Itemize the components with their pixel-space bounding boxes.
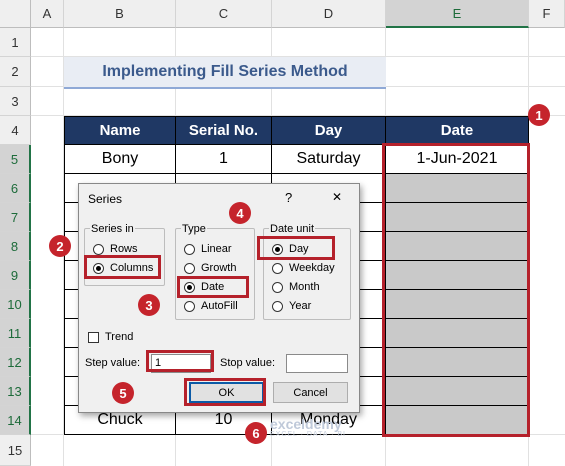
row-header-15[interactable]: 15 <box>0 435 31 466</box>
rows-radio[interactable] <box>93 244 104 255</box>
autofill-radio[interactable] <box>184 301 195 312</box>
step-badge-3: 3 <box>138 294 160 316</box>
row-header-6[interactable]: 6 <box>0 174 31 203</box>
growth-radio[interactable] <box>184 263 195 274</box>
day-highlight <box>257 236 335 260</box>
rows-label[interactable]: Rows <box>110 243 138 255</box>
step-badge-5: 5 <box>112 382 134 404</box>
month-radio[interactable] <box>272 282 283 293</box>
linear-label[interactable]: Linear <box>201 243 232 255</box>
row-header-13[interactable]: 13 <box>0 377 31 406</box>
row-header-2[interactable]: 2 <box>0 57 31 87</box>
step-value-label: Step value: <box>85 357 141 369</box>
header-day[interactable]: Day <box>271 116 386 145</box>
stop-value-input[interactable] <box>286 354 348 373</box>
column-header-b[interactable]: B <box>64 0 176 28</box>
row-header-12[interactable]: 12 <box>0 348 31 377</box>
row-header-4[interactable]: 4 <box>0 116 31 145</box>
watermark-tagline: EXCEL · DATA · BI <box>270 431 346 438</box>
step-badge-2: 2 <box>49 235 71 257</box>
dialog-title: Series <box>88 192 123 206</box>
growth-label[interactable]: Growth <box>201 262 236 274</box>
select-all-corner[interactable] <box>0 0 31 28</box>
cell-day[interactable]: Saturday <box>271 144 386 174</box>
row-header-10[interactable]: 10 <box>0 290 31 319</box>
trend-checkbox[interactable] <box>88 332 99 343</box>
row-header-5[interactable]: 5 <box>0 145 31 174</box>
row-header-11[interactable]: 11 <box>0 319 31 348</box>
step-badge-4: 4 <box>229 202 251 224</box>
row-header-9[interactable]: 9 <box>0 261 31 290</box>
series-in-label: Series in <box>90 223 135 235</box>
column-header-a[interactable]: A <box>31 0 64 28</box>
row-header-14[interactable]: 14 <box>0 406 31 435</box>
step-badge-1: 1 <box>528 104 550 126</box>
row-header-8[interactable]: 8 <box>0 232 31 261</box>
date-highlight <box>177 276 249 298</box>
cell-serial[interactable]: 1 <box>175 144 272 174</box>
step-badge-6: 6 <box>245 422 267 444</box>
linear-radio[interactable] <box>184 244 195 255</box>
stop-value-label: Stop value: <box>220 357 276 369</box>
row-header-1[interactable]: 1 <box>0 28 31 57</box>
close-icon[interactable]: ✕ <box>332 190 342 204</box>
trend-label[interactable]: Trend <box>105 331 133 343</box>
weekday-label[interactable]: Weekday <box>289 262 335 274</box>
selection-highlight <box>382 143 530 437</box>
header-date[interactable]: Date <box>385 116 529 145</box>
step-value-highlight <box>146 350 214 372</box>
column-header-e[interactable]: E <box>386 0 529 28</box>
watermark-logo: exceldemy <box>270 416 342 432</box>
column-header-f[interactable]: F <box>529 0 565 28</box>
sheet-title[interactable]: Implementing Fill Series Method <box>64 57 386 89</box>
columns-highlight <box>84 255 161 279</box>
row-header-3[interactable]: 3 <box>0 87 31 116</box>
cancel-button[interactable]: Cancel <box>273 382 348 403</box>
header-serial[interactable]: Serial No. <box>175 116 272 145</box>
column-header-c[interactable]: C <box>176 0 272 28</box>
year-radio[interactable] <box>272 301 283 312</box>
autofill-label[interactable]: AutoFill <box>201 300 238 312</box>
row-header-7[interactable]: 7 <box>0 203 31 232</box>
weekday-radio[interactable] <box>272 263 283 274</box>
cell-name[interactable]: Bony <box>64 144 176 174</box>
year-label[interactable]: Year <box>289 300 311 312</box>
month-label[interactable]: Month <box>289 281 320 293</box>
header-name[interactable]: Name <box>64 116 176 145</box>
date-unit-label: Date unit <box>269 223 316 235</box>
type-label: Type <box>181 223 207 235</box>
help-button[interactable]: ? <box>285 190 292 205</box>
ok-highlight <box>184 378 266 406</box>
column-header-d[interactable]: D <box>272 0 386 28</box>
